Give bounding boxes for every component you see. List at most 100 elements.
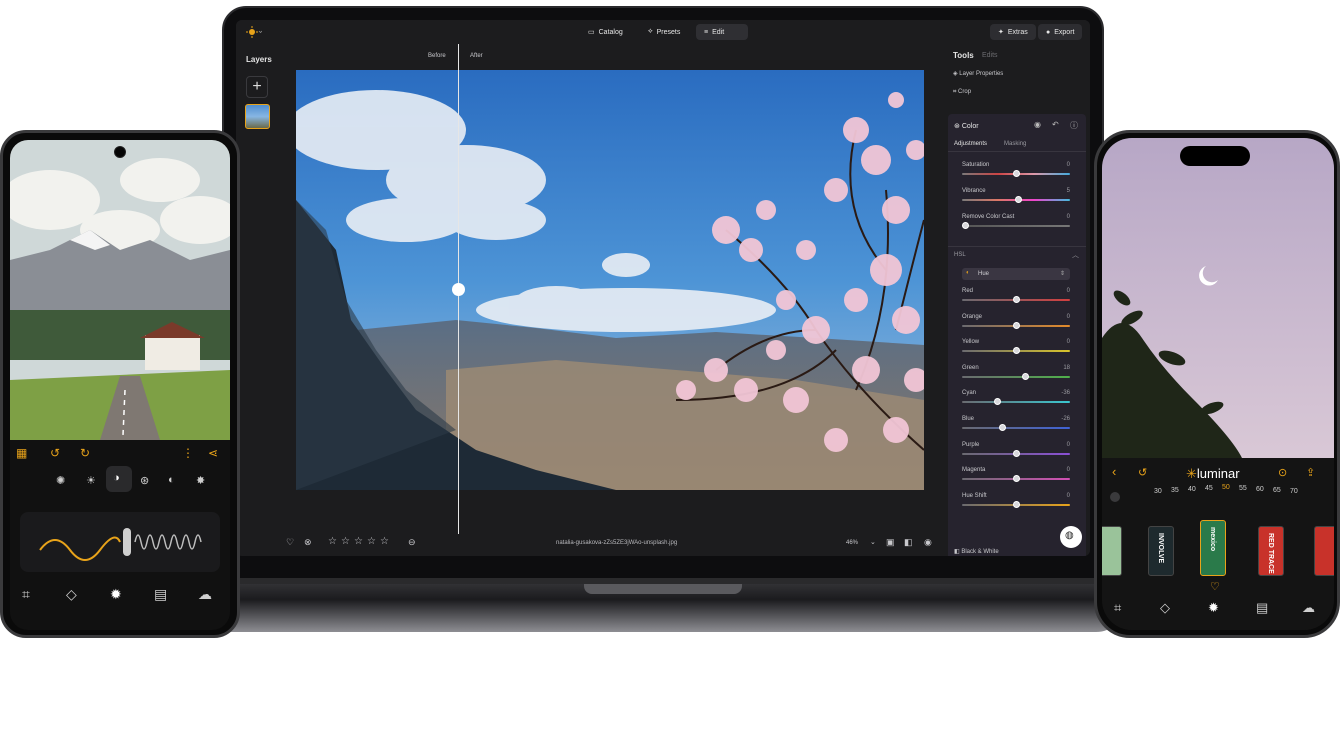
info-icon[interactable]: ⓘ	[1070, 120, 1078, 131]
edits-tab[interactable]: Edits	[982, 52, 998, 59]
slider-yellow[interactable]: Yellow 0	[962, 339, 1070, 361]
export-button[interactable]: ● Export	[1038, 24, 1083, 40]
chat-button[interactable]: ◍	[1060, 526, 1082, 548]
slider-remove-color-cast[interactable]: Remove Color Cast 0	[962, 214, 1070, 236]
reject-icon[interactable]: ⊗	[304, 537, 312, 548]
contrast-tool[interactable]: ◑	[106, 466, 132, 492]
favorite-icon[interactable]: ♡	[1210, 580, 1220, 593]
more-icon[interactable]: ⋮	[182, 446, 194, 460]
slider-cyan[interactable]: Cyan -36	[962, 390, 1070, 412]
color-icon[interactable]: ⊛	[140, 474, 149, 487]
slider-knob[interactable]	[1012, 296, 1020, 303]
share-icon[interactable]: ⇪	[1306, 466, 1315, 479]
luminar-logo-icon[interactable]	[246, 25, 262, 39]
tools-title[interactable]: Tools	[953, 51, 974, 60]
hsl-title[interactable]: HSL	[954, 252, 966, 258]
slider-saturation[interactable]: Saturation 0	[962, 162, 1070, 184]
crop-icon[interactable]: ⌗	[1114, 600, 1121, 616]
slider-knob[interactable]	[1012, 347, 1020, 355]
slider-knob[interactable]	[999, 424, 1007, 431]
film-preset[interactable]: RED TRACE	[1258, 526, 1284, 576]
slider-magenta[interactable]: Magenta 0	[962, 467, 1070, 489]
undo-icon[interactable]: ↶	[1052, 120, 1059, 129]
slider-track[interactable]	[962, 401, 1070, 404]
tab-adjustments[interactable]: Adjustments	[954, 141, 987, 147]
sun-icon[interactable]: ☀	[86, 474, 96, 487]
detail-icon[interactable]: ✸	[196, 474, 205, 487]
layer-thumbnail[interactable]	[245, 104, 270, 129]
film-preset[interactable]	[1314, 526, 1334, 576]
layers-icon[interactable]: ▤	[1256, 600, 1268, 616]
add-layer-button[interactable]: +	[246, 76, 268, 98]
layers-icon[interactable]: ▤	[154, 586, 167, 603]
light-icon[interactable]: ✺	[56, 474, 65, 487]
wave-slider[interactable]	[20, 512, 220, 572]
slider-purple[interactable]: Purple 0	[962, 442, 1070, 464]
back-icon[interactable]: ‹	[1112, 464, 1116, 479]
undo-icon[interactable]: ↺	[50, 446, 60, 460]
slider-knob[interactable]	[1012, 321, 1020, 329]
color-panel-header[interactable]: ⊛ Color	[954, 122, 979, 130]
more-icon[interactable]: ⊙	[1278, 466, 1287, 479]
photo-canvas[interactable]	[296, 70, 924, 490]
redo-icon[interactable]: ↻	[80, 446, 90, 460]
tab-presets[interactable]: ⟡ Presets	[640, 24, 688, 40]
compare-icon[interactable]: ◧	[904, 537, 913, 548]
iphone-photo[interactable]	[1102, 138, 1334, 458]
share-icon[interactable]: ⋖	[208, 446, 218, 460]
chevron-up-icon[interactable]: ︿	[1072, 250, 1079, 260]
slider-red[interactable]: Red 0	[962, 288, 1070, 310]
eraser-icon[interactable]: ◇	[66, 586, 77, 603]
extras-button[interactable]: ✦ Extras	[990, 24, 1036, 40]
tab-catalog[interactable]: ▭ Catalog	[580, 24, 631, 40]
histogram-icon[interactable]: ▣	[886, 537, 895, 548]
eye-icon[interactable]: ◉	[1034, 120, 1041, 129]
black-white-item[interactable]: ◧ Black & White	[954, 548, 999, 555]
chevron-down-icon[interactable]: ⌄	[870, 538, 876, 546]
star-icon[interactable]: ☆	[380, 536, 389, 547]
weather-icon[interactable]: ☁	[198, 586, 212, 603]
weather-icon[interactable]: ☁	[1302, 600, 1315, 616]
edit-tools-icon[interactable]: ✹	[1208, 600, 1219, 616]
slider-track[interactable]	[962, 225, 1070, 227]
tone-icon[interactable]: ◐	[168, 474, 175, 486]
slider-knob[interactable]	[1012, 449, 1020, 457]
eye-icon[interactable]: ◉	[924, 537, 932, 548]
slider-knob[interactable]	[1014, 196, 1022, 203]
grid-icon[interactable]: ▦	[16, 446, 27, 460]
film-preset[interactable]	[1102, 526, 1122, 576]
slider-knob[interactable]	[1012, 500, 1020, 508]
slider-knob[interactable]	[994, 398, 1002, 406]
slider-track[interactable]	[962, 375, 1070, 378]
eraser-icon[interactable]: ◇	[1160, 600, 1170, 616]
layer-properties-item[interactable]: ◈ Layer Properties	[953, 70, 1003, 77]
slider-knob[interactable]	[962, 222, 969, 229]
star-icon[interactable]: ☆	[341, 536, 350, 547]
dial-toggle[interactable]	[1110, 492, 1120, 502]
slider-green[interactable]: Green 18	[962, 365, 1070, 387]
star-icon[interactable]: ☆	[328, 536, 337, 547]
strength-dial[interactable]: 30 35 40 45 50 55 60 65 70	[1154, 484, 1314, 498]
heart-icon[interactable]: ♡	[286, 537, 294, 548]
film-preset[interactable]: mexico	[1200, 520, 1226, 576]
compare-handle[interactable]	[452, 283, 465, 296]
slider-vibrance[interactable]: Vibrance 5	[962, 188, 1070, 210]
crop-item[interactable]: ⌗ Crop	[953, 89, 971, 96]
zoom-level[interactable]: 46%	[846, 540, 858, 546]
slider-track[interactable]	[962, 427, 1070, 429]
slider-knob[interactable]	[1021, 372, 1029, 380]
star-icon[interactable]: ☆	[367, 536, 376, 547]
slider-orange[interactable]: Orange 0	[962, 314, 1070, 336]
more-icon[interactable]: ⊖	[408, 537, 416, 548]
edit-tools-icon[interactable]: ✹	[110, 586, 122, 603]
undo-icon[interactable]: ↺	[1138, 466, 1147, 479]
slider-blue[interactable]: Blue -26	[962, 416, 1070, 438]
crop-icon[interactable]: ⌗	[22, 586, 30, 603]
star-icon[interactable]: ☆	[354, 536, 363, 547]
slider-knob[interactable]	[1012, 475, 1020, 483]
tab-masking[interactable]: Masking	[1004, 141, 1026, 147]
film-preset[interactable]: INVOLVE	[1148, 526, 1174, 576]
slider-hue-shift[interactable]: Hue Shift 0	[962, 493, 1070, 515]
hsl-mode-select[interactable]: ◐ Hue ⇕	[962, 268, 1070, 280]
tab-edit[interactable]: ≡ Edit	[696, 24, 748, 40]
